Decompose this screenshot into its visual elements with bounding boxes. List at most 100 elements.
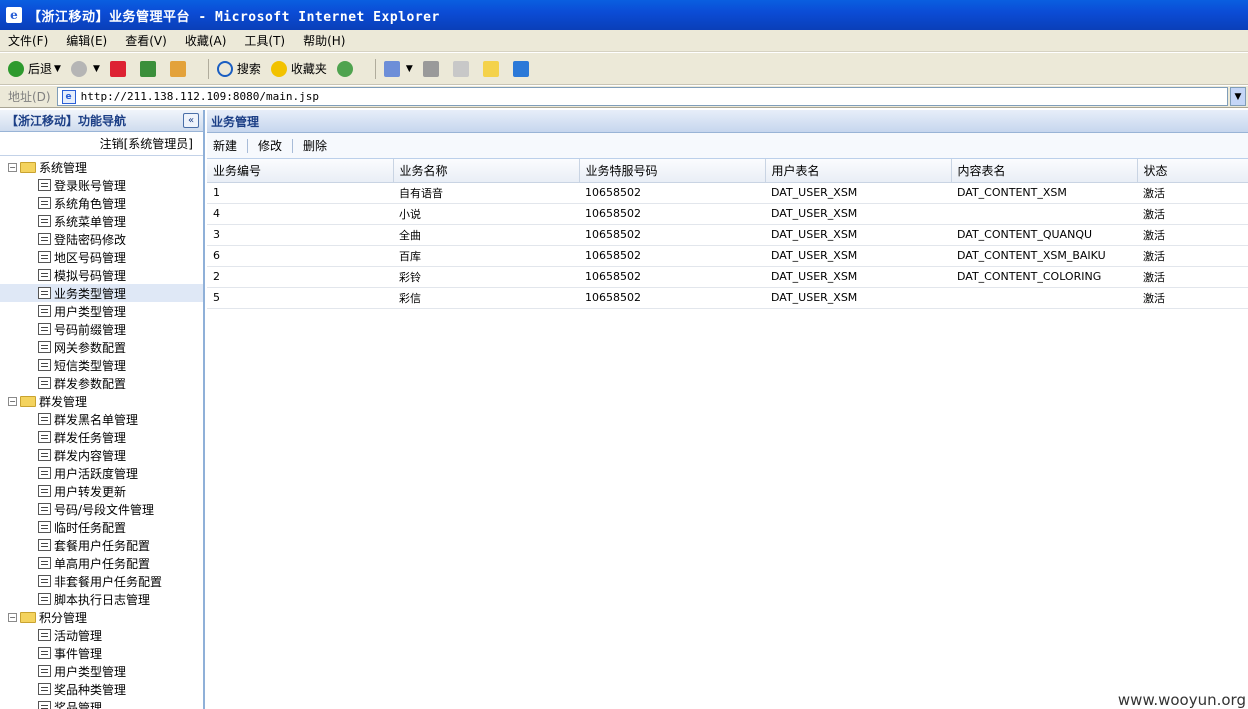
nav-item[interactable]: 非套餐用户任务配置 — [0, 572, 203, 590]
table-cell: 10658502 — [579, 245, 765, 267]
window-title: 【浙江移动】业务管理平台 - Microsoft Internet Explor… — [28, 9, 440, 25]
column-header-name[interactable]: 业务名称 — [393, 159, 580, 183]
table-cell: 6 — [207, 245, 393, 267]
back-arrow-icon — [8, 60, 24, 77]
messenger-button[interactable] — [512, 60, 533, 77]
nav-item-label: 短信类型管理 — [54, 358, 127, 373]
table-cell: 10658502 — [579, 203, 765, 225]
nav-group-label: 积分管理 — [39, 610, 88, 625]
nav-item[interactable]: 群发参数配置 — [0, 374, 203, 392]
home-button[interactable] — [169, 60, 190, 77]
nav-item[interactable]: 业务类型管理 — [0, 284, 203, 302]
nav-item[interactable]: 登陆密码修改 — [0, 230, 203, 248]
column-header-service-number[interactable]: 业务特服号码 — [579, 159, 766, 183]
favorites-button[interactable]: 收藏夹 — [270, 60, 327, 77]
table-row[interactable]: 6 百库 10658502 DAT_USER_XSM DAT_CONTENT_XSM_B… — [207, 245, 1248, 267]
discuss-button[interactable] — [482, 60, 503, 77]
nav-group[interactable]: − 系统管理 — [0, 158, 203, 176]
menu-file[interactable]: 文件(F) — [8, 32, 48, 49]
nav-item[interactable]: 号码前缀管理 — [0, 320, 203, 338]
menu-favorites[interactable]: 收藏(A) — [185, 32, 227, 49]
collapse-tree-icon[interactable]: − — [8, 612, 17, 622]
forward-dropdown-icon[interactable]: ▼ — [93, 64, 100, 74]
nav-item[interactable]: 临时任务配置 — [0, 518, 203, 536]
address-input[interactable]: e http://211.138.112.109:8080/main.jsp — [56, 87, 1228, 106]
refresh-button[interactable] — [139, 60, 160, 77]
page-list-icon — [38, 449, 51, 461]
table-row[interactable]: 5 彩信 10658502 DAT_USER_XSM 激活 — [207, 287, 1248, 309]
nav-item[interactable]: 用户类型管理 — [0, 302, 203, 320]
nav-item[interactable]: 活动管理 — [0, 626, 203, 644]
collapse-nav-icon[interactable]: « — [183, 113, 199, 128]
table-cell: 自有语音 — [393, 182, 579, 204]
nav-group-label: 群发管理 — [39, 394, 88, 409]
nav-item[interactable]: 模拟号码管理 — [0, 266, 203, 284]
nav-item[interactable]: 网关参数配置 — [0, 338, 203, 356]
nav-item[interactable]: 单高用户任务配置 — [0, 554, 203, 572]
column-header-content-table[interactable]: 内容表名 — [951, 159, 1138, 183]
nav-item-label: 群发黑名单管理 — [54, 412, 139, 427]
nav-item[interactable]: 号码/号段文件管理 — [0, 500, 203, 518]
page-list-icon — [38, 359, 51, 371]
nav-item[interactable]: 短信类型管理 — [0, 356, 203, 374]
column-header-user-table[interactable]: 用户表名 — [765, 159, 952, 183]
table-cell: 1 — [207, 182, 393, 204]
table-cell: 激活 — [1137, 203, 1248, 225]
watermark: www.wooyun.org — [1117, 691, 1246, 709]
mail-dropdown-icon[interactable]: ▼ — [406, 64, 413, 74]
nav-item[interactable]: 奖品管理 — [0, 698, 203, 709]
column-header-status[interactable]: 状态 — [1137, 159, 1248, 183]
page-list-icon — [38, 269, 51, 281]
menu-tools[interactable]: 工具(T) — [244, 32, 285, 49]
mail-button[interactable]: ▼ — [383, 60, 413, 77]
table-cell: DAT_CONTENT_QUANQU — [951, 224, 1137, 246]
history-button[interactable] — [336, 60, 357, 77]
printer-icon — [422, 60, 439, 77]
back-button[interactable]: 后退 ▼ — [8, 60, 61, 77]
back-dropdown-icon[interactable]: ▼ — [54, 64, 61, 74]
logout-link[interactable]: 注销[系统管理员] — [0, 132, 203, 156]
menu-help[interactable]: 帮助(H) — [303, 32, 345, 49]
nav-item[interactable]: 系统角色管理 — [0, 194, 203, 212]
nav-item[interactable]: 套餐用户任务配置 — [0, 536, 203, 554]
nav-item[interactable]: 群发黑名单管理 — [0, 410, 203, 428]
nav-item[interactable]: 奖品种类管理 — [0, 680, 203, 698]
table-row[interactable]: 2 彩铃 10658502 DAT_USER_XSM DAT_CONTENT_COLOR… — [207, 266, 1248, 288]
stop-button[interactable] — [109, 60, 130, 77]
nav-item[interactable]: 登录账号管理 — [0, 176, 203, 194]
table-row[interactable]: 1 自有语音 10658502 DAT_USER_XSM DAT_CONTENT_XSM… — [207, 182, 1248, 204]
nav-item-label: 临时任务配置 — [54, 520, 127, 535]
column-header-id[interactable]: 业务编号 — [207, 159, 394, 183]
table-cell — [951, 203, 1137, 225]
menu-view[interactable]: 查看(V) — [125, 32, 167, 49]
edit-record-button[interactable]: 修改 — [258, 137, 282, 154]
nav-item[interactable]: 用户类型管理 — [0, 662, 203, 680]
nav-item-label: 号码前缀管理 — [54, 322, 127, 337]
collapse-tree-icon[interactable]: − — [8, 396, 17, 406]
table-row[interactable]: 3 全曲 10658502 DAT_USER_XSM DAT_CONTENT_QUANQ… — [207, 224, 1248, 246]
nav-item[interactable]: 事件管理 — [0, 644, 203, 662]
collapse-tree-icon[interactable]: − — [8, 162, 17, 172]
nav-item[interactable]: 系统菜单管理 — [0, 212, 203, 230]
menu-edit[interactable]: 编辑(E) — [66, 32, 107, 49]
nav-item[interactable]: 地区号码管理 — [0, 248, 203, 266]
nav-item-label: 群发参数配置 — [54, 376, 127, 391]
table-row[interactable]: 4 小说 10658502 DAT_USER_XSM 激活 — [207, 203, 1248, 225]
nav-item[interactable]: 用户活跃度管理 — [0, 464, 203, 482]
nav-item[interactable]: 脚本执行日志管理 — [0, 590, 203, 608]
nav-item[interactable]: 用户转发更新 — [0, 482, 203, 500]
table-cell: 10658502 — [579, 266, 765, 288]
delete-button[interactable]: 删除 — [303, 137, 327, 154]
address-dropdown-icon[interactable]: ▼ — [1230, 87, 1246, 106]
nav-item[interactable]: 群发任务管理 — [0, 428, 203, 446]
forward-button[interactable]: ▼ — [70, 60, 100, 77]
new-button[interactable]: 新建 — [213, 137, 237, 154]
search-button[interactable]: 搜索 — [216, 60, 261, 77]
print-button[interactable] — [422, 60, 443, 77]
table-cell: 3 — [207, 224, 393, 246]
nav-group[interactable]: − 群发管理 — [0, 392, 203, 410]
nav-item[interactable]: 群发内容管理 — [0, 446, 203, 464]
nav-group[interactable]: − 积分管理 — [0, 608, 203, 626]
table-cell: 激活 — [1137, 266, 1248, 288]
edit-button[interactable] — [452, 60, 473, 77]
